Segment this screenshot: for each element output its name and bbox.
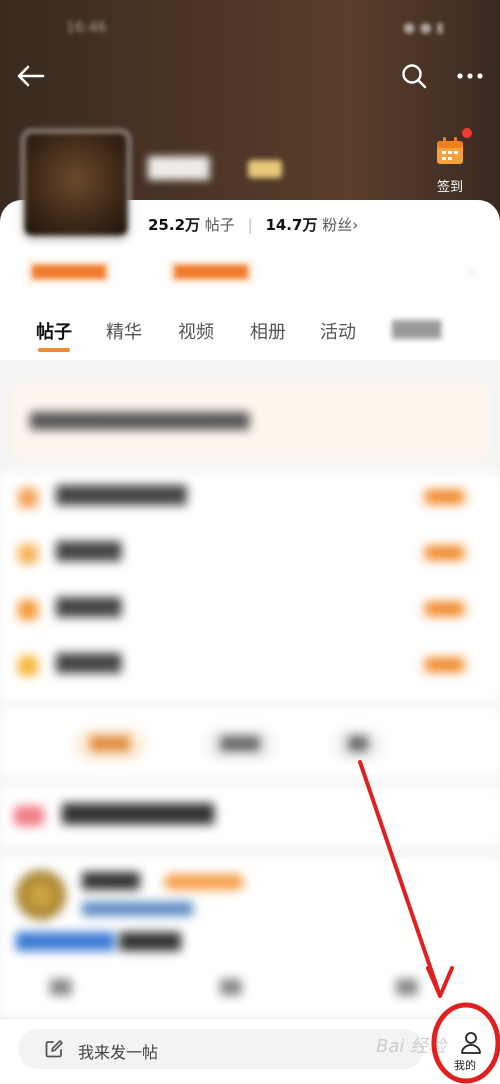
list-item: █████ ████ <box>0 528 500 584</box>
tab-more-blurred[interactable]: ████ <box>392 320 441 339</box>
more-button[interactable] <box>450 58 490 94</box>
active-tab-indicator <box>38 348 70 352</box>
person-icon <box>461 1032 481 1054</box>
tab-featured[interactable]: 精华 <box>106 318 142 344</box>
tag-blurred: ████████ <box>26 260 112 284</box>
forum-tabs: 帖子 精华 视频 相册 活动 ████ <box>0 314 500 358</box>
forum-avatar-blurred <box>22 130 130 238</box>
compose-post-field[interactable]: 我来发一帖 <box>18 1029 424 1069</box>
posts-unit: 帖子 <box>204 216 235 234</box>
forum-name-blurred: ████ <box>148 156 210 180</box>
stats-divider: | <box>247 216 253 234</box>
status-icons-blurred: ● ● ▮ <box>402 20 444 36</box>
back-arrow-icon <box>17 65 45 87</box>
notice-banner-blurred: ███████████████████ <box>12 384 488 460</box>
tab-events[interactable]: 活动 <box>320 318 356 344</box>
fans-unit: 粉丝 <box>322 216 353 234</box>
watermark: Bai 经验 <box>376 1036 447 1057</box>
mine-label: 我的 <box>454 1059 476 1072</box>
back-button[interactable] <box>10 58 50 94</box>
more-icon <box>457 73 483 79</box>
forum-tags-blurred: ████████ ████████ ⌄ <box>26 260 486 284</box>
fans-count: 14.7万 <box>265 216 318 234</box>
chevron-right-icon: › <box>352 216 359 234</box>
chevron-down-icon: ⌄ <box>466 262 478 278</box>
search-icon <box>402 64 427 89</box>
search-button[interactable] <box>394 58 434 94</box>
notification-dot <box>462 128 472 138</box>
fans-link[interactable]: 粉丝› <box>322 216 358 234</box>
blurred-feed-content: ███████████████████ ██████████ ████ ████… <box>0 362 500 1022</box>
topic-row-blurred: ███████████ <box>0 786 500 846</box>
mine-button[interactable]: 我的 <box>444 1023 500 1079</box>
list-item: █████ ████ <box>0 584 500 640</box>
compose-placeholder: 我来发一帖 <box>78 1043 159 1062</box>
posts-count: 25.2万 <box>148 216 201 234</box>
tab-posts[interactable]: 帖子 <box>36 318 72 344</box>
edit-icon <box>45 1040 63 1058</box>
list-item: █████ ████ <box>0 640 500 696</box>
list-item: ██████████ ████ <box>0 472 500 528</box>
tab-videos[interactable]: 视频 <box>178 318 214 344</box>
pinned-list-blurred: ██████████ ████ █████ ████ █████ ████ ██… <box>0 472 500 702</box>
sort-pills-blurred: ████ ████ ██ <box>0 708 500 778</box>
post-card-blurred: █████ ████████████ ████████ █████ ██ ██ … <box>0 856 500 1016</box>
forum-stats: 25.2万 帖子 | 14.7万 粉丝› <box>148 214 358 235</box>
checkin-button[interactable]: 签到 <box>425 128 475 195</box>
status-bar: 16:46 ● ● ▮ <box>0 0 500 52</box>
calendar-icon <box>437 137 463 164</box>
forum-badge-blurred <box>248 160 282 178</box>
tab-albums[interactable]: 相册 <box>250 318 286 344</box>
status-time-blurred: 16:46 <box>66 20 107 36</box>
tag-blurred: ████████ <box>168 260 254 284</box>
checkin-label: 签到 <box>436 180 463 195</box>
